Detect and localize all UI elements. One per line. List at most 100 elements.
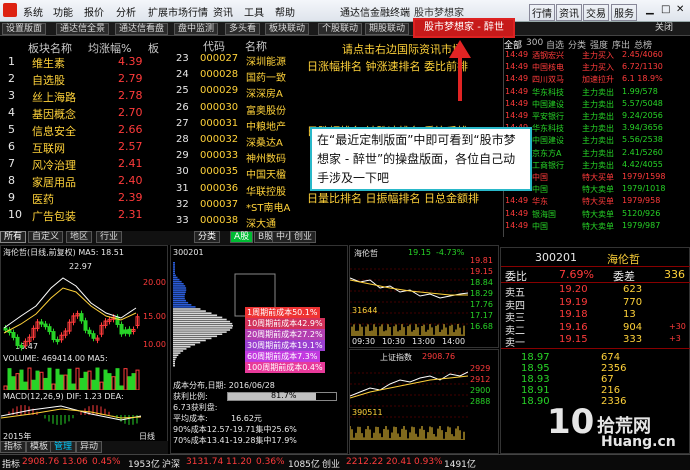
stock-row-number[interactable]: 31 — [176, 183, 189, 200]
sector-row-name[interactable]: 风冷治理 — [32, 157, 76, 174]
stock-row-code[interactable]: 000036 — [200, 183, 238, 200]
stock-row-number[interactable]: 29 — [176, 150, 189, 167]
trade-stock[interactable]: 中国建设 — [532, 135, 564, 146]
stock-row-number[interactable]: 32 — [176, 199, 189, 216]
stock-row-code[interactable]: 000027 — [200, 53, 238, 70]
stock-row-name[interactable]: 中国天楹 — [246, 166, 286, 183]
tab-industry[interactable]: 行业 — [96, 231, 123, 243]
tab-manage[interactable]: 管理 — [50, 441, 77, 453]
menu-market[interactable]: 行情 — [529, 4, 555, 21]
tab-category[interactable]: 分类 — [194, 231, 221, 243]
sector-row-number[interactable]: 6 — [8, 140, 15, 157]
trade-stock[interactable]: 中国 — [532, 184, 548, 195]
sector-row-number[interactable]: 10 — [8, 208, 22, 225]
trade-stock[interactable]: 银海国 — [532, 209, 556, 220]
rank-row-volume[interactable]: 日量比排名 日振幅排名 日总金额排 — [307, 190, 479, 206]
tab-anomaly[interactable]: 异动 — [76, 441, 103, 453]
trade-stock[interactable]: 平安银行 — [532, 111, 564, 122]
sector-row-change[interactable]: 2.70 — [118, 106, 143, 123]
tab-monitor[interactable]: 盘中监测 — [174, 23, 219, 35]
tab-custom[interactable]: 自定义 — [28, 231, 64, 243]
sector-row-change[interactable]: 2.66 — [118, 123, 143, 140]
stock-row-name[interactable]: 华联控股 — [246, 183, 286, 200]
stock-row-name[interactable]: 深圳能源 — [246, 53, 286, 70]
trade-stock[interactable]: 中国 — [532, 172, 548, 183]
menu-analysis[interactable]: 分析 — [116, 4, 136, 19]
stock-row-code[interactable]: 000037 — [200, 199, 238, 216]
tab-chinext[interactable]: 创业 — [290, 231, 317, 243]
trade-stock[interactable]: 工商银行 — [532, 160, 564, 171]
tab-all[interactable]: 所有 — [0, 231, 27, 243]
tab-bull[interactable]: 多头看 — [225, 23, 261, 35]
right-tab-1[interactable]: 300 — [526, 38, 543, 48]
stock-row-number[interactable]: 27 — [176, 118, 189, 135]
menu-news[interactable]: 资讯 — [213, 4, 233, 19]
sector-row-number[interactable]: 8 — [8, 174, 15, 191]
stock-row-code[interactable]: 000028 — [200, 69, 238, 86]
menu-tools[interactable]: 工具 — [244, 4, 264, 19]
menu-extended-market[interactable]: 扩展市场行情 — [148, 4, 208, 19]
sector-row-change[interactable]: 2.57 — [118, 140, 143, 157]
stock-row-code[interactable]: 000030 — [200, 102, 238, 119]
stock-row-name[interactable]: 深大通 — [246, 215, 276, 232]
sector-row-number[interactable]: 5 — [8, 123, 15, 140]
tab-dream-layout[interactable]: 股市梦想家 - 醉世 — [413, 18, 515, 38]
stock-row-code[interactable]: 000038 — [200, 215, 238, 232]
stock-row-name[interactable]: 富奥股份 — [246, 102, 286, 119]
menu-quote[interactable]: 报价 — [84, 4, 104, 19]
col-code[interactable]: 代码 — [203, 38, 225, 54]
tab-a-share[interactable]: A股 — [230, 231, 254, 243]
tab-settings[interactable]: 设置版面 — [2, 23, 47, 35]
sector-row-change[interactable]: 2.78 — [118, 89, 143, 106]
stock-row-number[interactable]: 28 — [176, 134, 189, 151]
sector-row-name[interactable]: 医药 — [32, 191, 54, 208]
trade-stock[interactable]: 华东科技 — [532, 87, 564, 98]
col-name[interactable]: 名称 — [245, 38, 267, 54]
trade-stock[interactable]: 华东 — [532, 196, 548, 207]
trade-stock[interactable]: 四川双马 — [532, 74, 564, 85]
sector-row-number[interactable]: 7 — [8, 157, 15, 174]
sector-row-number[interactable]: 1 — [8, 55, 15, 72]
col-sector-name[interactable]: 板块名称 — [28, 40, 72, 56]
sector-row-change[interactable]: 4.39 — [118, 55, 143, 72]
close-icon[interactable]: ✕ — [676, 4, 684, 15]
sector-row-name[interactable]: 信息安全 — [32, 123, 76, 140]
stock-row-name[interactable]: 国药一致 — [246, 69, 286, 86]
stock-row-code[interactable]: 000033 — [200, 150, 238, 167]
col-sector-extra[interactable]: 板 — [148, 40, 159, 56]
menu-help[interactable]: 帮助 — [275, 4, 295, 19]
stock-row-name[interactable]: 神州数码 — [246, 150, 286, 167]
sector-row-change[interactable]: 2.39 — [118, 191, 143, 208]
sector-row-change[interactable]: 2.79 — [118, 72, 143, 89]
trade-stock[interactable]: 酒钢宏兴 — [532, 50, 564, 61]
ask-price[interactable]: 19.19 — [559, 297, 588, 308]
stock-row-name[interactable]: 深深房A — [246, 85, 283, 102]
stock-row-name[interactable]: 深桑达A — [246, 134, 283, 151]
sector-row-number[interactable]: 2 — [8, 72, 15, 89]
trade-stock[interactable]: 中国建设 — [532, 99, 564, 110]
sector-row-change[interactable]: 2.31 — [118, 208, 143, 225]
stock-row-name[interactable]: 中粮地产 — [246, 118, 286, 135]
tab-futures-link[interactable]: 期股联动 — [365, 23, 410, 35]
status-hs-label[interactable]: 沪深 — [162, 457, 180, 470]
ask-price[interactable]: 19.16 — [559, 322, 588, 333]
stock-row-code[interactable]: 000035 — [200, 166, 238, 183]
tab-panorama[interactable]: 通达信全景 — [56, 23, 110, 35]
stock-row-number[interactable]: 25 — [176, 85, 189, 102]
sector-row-number[interactable]: 3 — [8, 89, 15, 106]
sector-row-name[interactable]: 自选股 — [32, 72, 65, 89]
trade-stock[interactable]: 中国 — [532, 221, 548, 232]
sector-row-change[interactable]: 2.41 — [118, 157, 143, 174]
status-cy-label[interactable]: 创业 — [322, 457, 340, 470]
stock-row-number[interactable]: 23 — [176, 53, 189, 70]
tab-watch[interactable]: 通达信看盘 — [115, 23, 169, 35]
trade-stock[interactable]: 中国核电 — [532, 62, 564, 73]
trade-stock[interactable]: 京东方A — [532, 148, 561, 159]
close-layout-button[interactable]: 关闭 — [652, 23, 677, 35]
sector-row-name[interactable]: 互联网 — [32, 140, 65, 157]
trade-stock[interactable]: 华东科技 — [532, 123, 564, 134]
menu-service[interactable]: 服务 — [611, 4, 637, 21]
stock-row-number[interactable]: 24 — [176, 69, 189, 86]
ask-price[interactable]: 19.15 — [559, 334, 588, 345]
minimize-icon[interactable]: ▁ — [646, 4, 654, 15]
